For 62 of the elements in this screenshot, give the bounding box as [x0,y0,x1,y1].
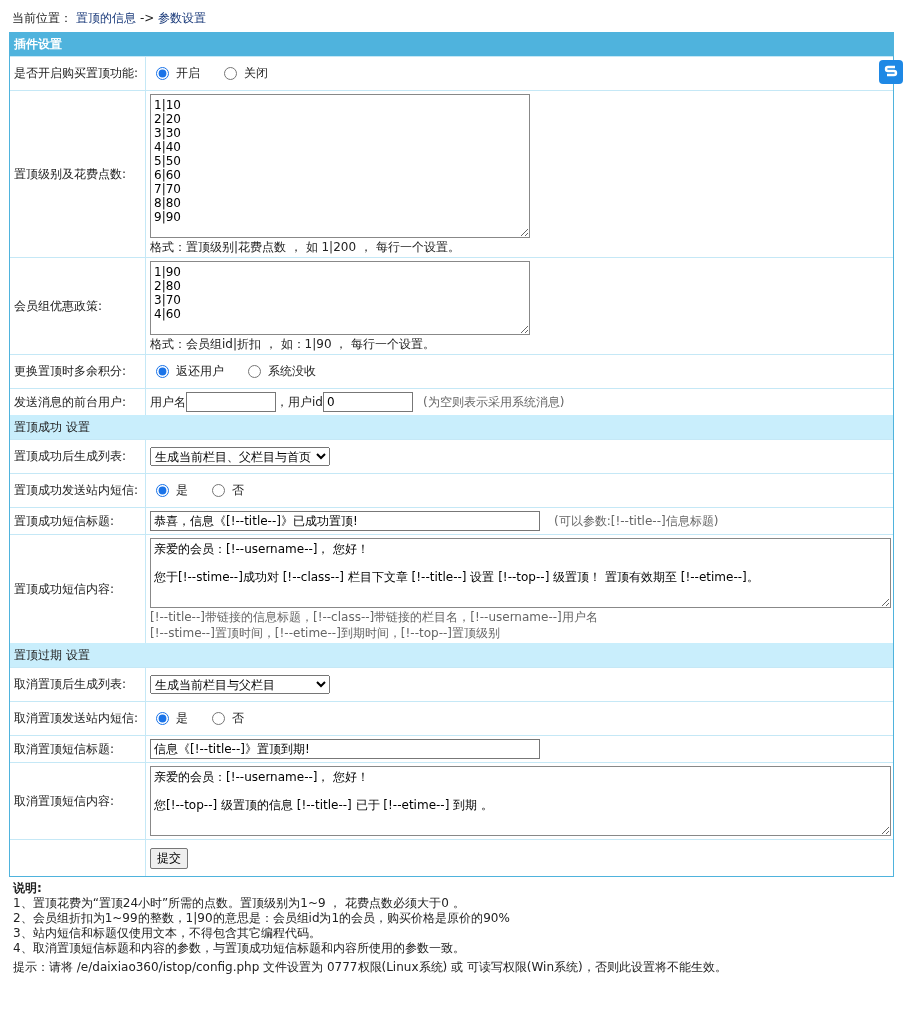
format-hint: 格式：会员组id|折扣 ， 如：1|90 ， 每行一个设置。 [150,337,437,351]
radio-label: 否 [232,482,244,499]
radio-label: 开启 [176,65,200,82]
text-area[interactable]: 1|90 2|80 3|70 4|60 [150,261,530,335]
note-item: 3、站内短信和标题仅使用文本，不得包含其它编程代码。 [13,926,322,941]
field-label: 置顶成功短信标题: [14,512,115,530]
radio-label: 返还用户 [176,363,224,380]
radio-button[interactable] [156,365,169,378]
input-field[interactable]: 信息《[!--title--]》置顶到期! [150,739,540,759]
field-label: 取消置顶短信内容: [14,792,115,810]
field-label: 置顶成功后生成列表: [14,448,127,465]
submit-button[interactable]: 提交 [150,847,188,869]
field-note: (为空则表示采用系统消息) [422,393,565,411]
section-header: 置顶成功 设置 [10,415,893,439]
list-dropdown[interactable]: 生成当前栏目、父栏目与首页 [150,447,330,466]
note-item: 4、取消置顶短信标题和内容的参数，与置顶成功短信标题和内容所使用的参数一致。 [13,941,466,956]
radio-label: 是 [176,710,188,727]
note-item: 1、置顶花费为“置顶24小时”所需的点数。置顶级别为1~9 ， 花费点数必须大于0 。 [13,896,466,911]
field-label: 会员组优惠政策: [14,297,103,315]
field-label: 更换置顶时多余积分: [14,363,127,380]
breadcrumb-separator: -> [140,10,155,26]
text-area[interactable]: 亲爱的会员：[!--username--]， 您好！ 您于[!--stime--]成功对 [!--class--] 栏目下文章 [!--title--] 设置 [!--top--] 级置顶！ 置顶有效期至 [!--etime--]。 [150,538,891,608]
text-area[interactable]: 亲爱的会员：[!--username--]， 您好！ 您[!--top--] 级置顶的信息 [!--title--] 已于 [!--etime--] 到期 。 [150,766,891,836]
radio-button[interactable] [224,67,237,80]
field-label: 取消置顶短信标题: [14,740,115,758]
format-hint: 格式：置顶级别|花费点数 ， 如 1|200 ， 每行一个设置。 [150,240,461,254]
radio-button[interactable] [212,484,225,497]
field-label: 置顶成功发送站内短信: [14,482,139,499]
note-item: 2、会员组折扣为1~99的整数，1|90的意思是：会员组id为1的会员，购买价格是原价的90% [13,911,511,926]
radio-button[interactable] [156,67,169,80]
tip-text: 提示：请将 /e/daixiao360/istop/config.php 文件设置为 0777权限(Linux系统) 或 可读写权限(Win系统)，否则此设置将不能生效。 [13,960,728,975]
radio-label: 是 [176,482,188,499]
parameter-hint: [!--stime--]置顶时间，[!--etime--]到期时间，[!--top--]置顶级别 [150,626,501,640]
field-label: 发送消息的前台用户: [14,393,127,411]
section-header: 插件设置 [10,33,893,56]
field-label: 取消置顶发送站内短信: [14,710,139,727]
radio-label: 系统没收 [268,363,316,380]
notes-title: 说明: [13,881,43,896]
field-label: 置顶成功短信内容: [14,580,115,598]
field-prefix: ，用户id [276,395,323,409]
input-field[interactable]: 恭喜，信息《[!--title--]》已成功置顶! [150,511,540,531]
radio-label: 关闭 [244,65,268,82]
breadcrumb-link[interactable]: 置顶的信息 [76,10,136,26]
input-field[interactable]: 0 [322,392,413,412]
radio-label: 否 [232,710,244,727]
radio-button[interactable] [212,712,225,725]
extension-icon[interactable] [879,60,903,84]
field-prefix: 用户名 [150,395,186,409]
parameter-hint: [!--title--]带链接的信息标题，[!--class--]带链接的栏目名，[!--username--]用户名 [150,610,599,624]
text-area[interactable]: 1|10 2|20 3|30 4|40 5|50 6|60 7|70 8|80 9|90 [150,94,530,238]
breadcrumb-link[interactable]: 参数设置 [158,10,207,26]
field-label: 取消置顶后生成列表: [14,676,127,693]
field-label: 置顶级别及花费点数: [14,165,127,183]
input-field[interactable] [186,392,276,412]
section-header: 置顶过期 设置 [10,643,893,667]
list-dropdown[interactable]: 生成当前栏目与父栏目 [150,675,330,694]
radio-button[interactable] [156,484,169,497]
field-label: 是否开启购买置顶功能: [14,65,139,82]
field-note: (可以参数:[!--title--]信息标题) [554,512,719,530]
location-label: 当前位置： [12,10,72,26]
radio-button[interactable] [156,712,169,725]
radio-button[interactable] [248,365,261,378]
